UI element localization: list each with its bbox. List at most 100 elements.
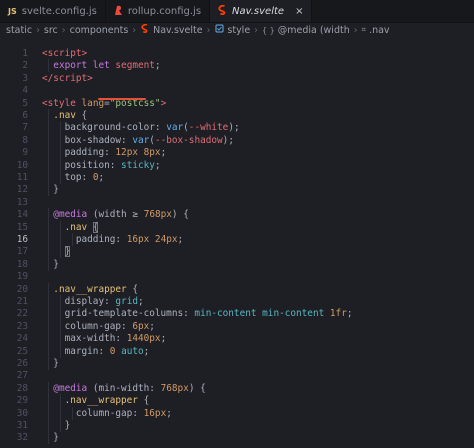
code-line[interactable]: 26 } [0,357,474,370]
line-number: 24 [16,333,28,345]
code-text: display: grid; [64,296,144,307]
code-text: margin: 0 auto; [64,345,150,357]
code-line[interactable]: 10 position: sticky; [0,158,474,172]
line-number: 2 [22,60,28,72]
code-line[interactable]: 21 display: grid; [0,295,474,308]
line-number: 6 [22,110,28,121]
line-number: 15 [16,221,28,233]
breadcrumb-item-src[interactable]: src [44,25,58,36]
code-text: grid-template-columns: min-content min-c… [64,308,353,320]
breadcrumb-item-components[interactable]: components [70,25,129,36]
code-text: } [53,358,59,369]
code-text: top: 0; [64,172,105,183]
line-number: 14 [16,209,28,221]
breadcrumb-item-static[interactable]: static [6,25,32,36]
code-text: .nav__wrapper { [64,395,150,407]
code-line[interactable]: 19 [0,270,474,283]
code-text: padding: 12px 8px; [64,147,167,159]
chevron-right-icon: › [132,24,137,36]
line-number: 28 [16,382,28,394]
line-number: 20 [16,283,28,295]
editor-tab-bar: JS svelte.config.js rollup.config.js Nav… [0,0,474,23]
code-line[interactable]: 7 background-color: var(--white); [0,121,474,135]
tab-nav-svelte[interactable]: Nav.svelte × [210,0,313,22]
code-line[interactable]: 13 [0,196,474,209]
code-line[interactable]: 1 <script> [0,47,474,60]
code-line[interactable]: 12 } [0,183,474,197]
code-line[interactable]: 15 .nav { [0,220,474,234]
code-line[interactable]: 27 [0,369,474,382]
code-line[interactable]: 8 box-shadow: var(--box-shadow); [0,133,474,147]
code-line[interactable]: 24 max-width: 1440px; [0,332,474,346]
code-line[interactable]: 6 .nav { [0,109,474,122]
code-line[interactable]: 11 top: 0; [0,171,474,184]
code-text: .nav__wrapper { [53,283,138,295]
code-text: } [53,184,59,196]
line-number: 17 [16,246,28,258]
line-number: 30 [16,407,28,419]
code-line[interactable]: 5 <style lang="postcss"> [0,97,474,110]
code-editor[interactable]: 1 <script> 2 export let segment; 3 </script>… [0,40,474,448]
code-line[interactable]: 3 </script> [0,72,474,85]
breadcrumb-item-file[interactable]: Nav.svelte [153,25,202,36]
breadcrumb-item-style[interactable]: style [227,25,250,36]
line-number: 16 [16,234,28,245]
code-line[interactable]: 31 } [0,419,474,432]
code-line[interactable]: 32 } [0,431,474,445]
tab-label: rollup.config.js [127,5,202,17]
code-line[interactable]: 17 } [0,245,474,259]
line-number: 9 [22,147,28,159]
code-line[interactable]: 4 [0,84,474,97]
line-number: 26 [16,358,28,369]
code-text: box-shadow: var(--box-shadow); [64,134,234,146]
code-line[interactable]: 18 } [0,257,474,271]
code-line[interactable]: 14 @media (width ≥ 768px) { [0,208,474,222]
code-line[interactable]: 28 @media (min-width: 768px) { [0,381,474,395]
code-line[interactable]: 22 grid-template-columns: min-content mi… [0,307,474,321]
code-text: max-width: 1440px; [64,333,167,345]
breadcrumb-item-nav[interactable]: .nav [369,25,389,36]
tab-label: svelte.config.js [21,5,97,17]
code-text: export let segment; [53,60,161,72]
line-number: 19 [16,271,28,283]
js-file-icon: JS [8,6,17,16]
line-number: 1 [22,48,28,59]
line-number: 7 [22,122,28,134]
code-text: background-color: var(--white); [64,122,240,134]
code-text: position: sticky; [64,159,161,171]
code-line[interactable]: 29 .nav__wrapper { [0,394,474,408]
code-text: padding: 16px 24px; [75,234,184,245]
line-number: 32 [16,432,28,444]
line-number: 4 [22,85,28,97]
code-line[interactable]: 30 column-gap: 16px; [0,406,474,420]
svelte-file-icon [140,23,150,36]
code-line[interactable]: 9 padding: 12px 8px; [0,146,474,160]
line-number: 10 [16,159,28,171]
breadcrumb-item-media[interactable]: @media (width [278,25,350,36]
line-number: 12 [16,184,28,196]
braces-icon: { } [261,25,275,35]
chevron-right-icon: › [61,24,66,36]
code-text: column-gap: 6px; [64,320,155,332]
code-text: @media (width ≥ 768px) { [53,209,189,221]
code-line[interactable]: 25 margin: 0 auto; [0,344,474,358]
code-line[interactable]: 2 export let segment; [0,59,474,73]
svelte-file-icon [218,4,227,18]
line-number: 29 [16,395,28,407]
tab-svelte-config[interactable]: JS svelte.config.js [0,0,106,22]
tab-rollup-config[interactable]: rollup.config.js [106,0,211,22]
chevron-right-icon: › [36,24,40,36]
code-text: } [53,258,59,270]
line-number: 22 [16,308,28,320]
close-icon[interactable]: × [295,6,303,17]
code-text: } [64,246,71,258]
line-number: 5 [22,97,28,109]
line-number: 11 [16,172,28,183]
selector-icon: ⌗ [361,25,367,34]
line-number: 3 [22,72,28,84]
code-line[interactable]: 20 .nav__wrapper { [0,282,474,296]
code-text: .nav { [64,221,99,233]
chevron-right-icon: › [254,24,258,36]
code-line[interactable]: 23 column-gap: 6px; [0,319,474,333]
code-line[interactable]: 16 padding: 16px 24px; [0,233,474,246]
